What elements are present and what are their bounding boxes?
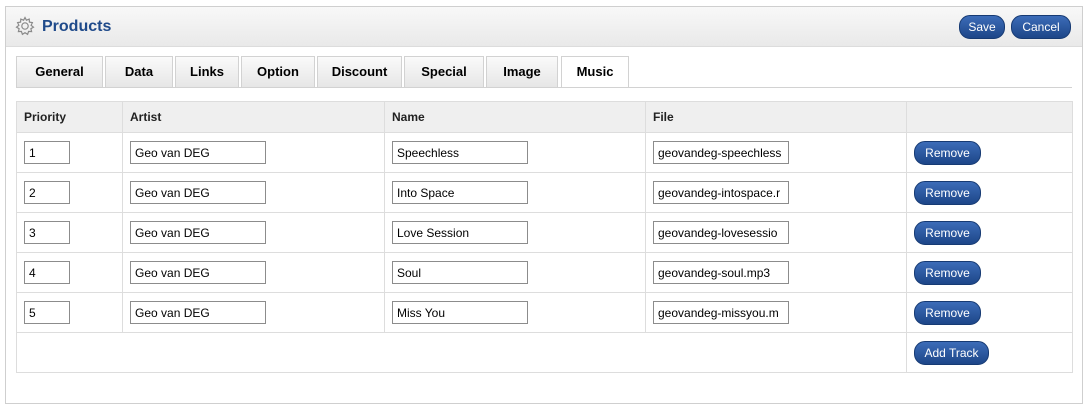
- remove-button[interactable]: Remove: [914, 180, 981, 205]
- add-track-button[interactable]: Add Track: [914, 340, 989, 365]
- priority-input[interactable]: [24, 221, 70, 244]
- gear-icon: [15, 16, 35, 36]
- artist-input[interactable]: [130, 181, 266, 204]
- file-input[interactable]: [653, 141, 789, 164]
- priority-input[interactable]: [24, 141, 70, 164]
- table-row: Remove: [16, 292, 1073, 333]
- tab-music[interactable]: Music: [561, 56, 629, 88]
- priority-input[interactable]: [24, 181, 70, 204]
- column-artist: Artist: [122, 101, 385, 133]
- file-input[interactable]: [653, 181, 789, 204]
- page-title: Products: [42, 18, 112, 35]
- file-input[interactable]: [653, 301, 789, 324]
- name-input[interactable]: [392, 261, 528, 284]
- tab-special[interactable]: Special: [404, 56, 484, 87]
- priority-input[interactable]: [24, 261, 70, 284]
- table-row: Remove: [16, 132, 1073, 173]
- tab-image[interactable]: Image: [486, 56, 558, 87]
- column-file: File: [645, 101, 907, 133]
- tab-data[interactable]: Data: [105, 56, 173, 87]
- table-footer-row: Add Track: [16, 332, 1073, 373]
- remove-button[interactable]: Remove: [914, 260, 981, 285]
- tab-general[interactable]: General: [16, 56, 103, 87]
- column-name: Name: [384, 101, 646, 133]
- save-button[interactable]: Save: [959, 15, 1005, 39]
- name-input[interactable]: [392, 181, 528, 204]
- artist-input[interactable]: [130, 301, 266, 324]
- name-input[interactable]: [392, 221, 528, 244]
- priority-input[interactable]: [24, 301, 70, 324]
- artist-input[interactable]: [130, 261, 266, 284]
- tab-discount[interactable]: Discount: [317, 56, 402, 87]
- table-row: Remove: [16, 252, 1073, 293]
- table-row: Remove: [16, 212, 1073, 253]
- remove-button[interactable]: Remove: [914, 220, 981, 245]
- product-panel: Products Save Cancel General Data Links …: [5, 6, 1083, 404]
- artist-input[interactable]: [130, 141, 266, 164]
- column-actions: [906, 101, 1073, 133]
- name-input[interactable]: [392, 141, 528, 164]
- name-input[interactable]: [392, 301, 528, 324]
- table-row: Remove: [16, 172, 1073, 213]
- remove-button[interactable]: Remove: [914, 140, 981, 165]
- artist-input[interactable]: [130, 221, 266, 244]
- remove-button[interactable]: Remove: [914, 300, 981, 325]
- tab-option[interactable]: Option: [241, 56, 315, 87]
- file-input[interactable]: [653, 221, 789, 244]
- tab-divider: [16, 87, 1072, 88]
- music-table: Priority Artist Name File Remove Remove: [16, 101, 1073, 373]
- column-priority: Priority: [16, 101, 123, 133]
- cancel-button[interactable]: Cancel: [1011, 15, 1071, 39]
- footer-spacer: [16, 332, 907, 373]
- file-input[interactable]: [653, 261, 789, 284]
- table-header-row: Priority Artist Name File: [16, 101, 1073, 133]
- tab-links[interactable]: Links: [175, 56, 239, 87]
- panel-heading: Products Save Cancel: [6, 7, 1082, 47]
